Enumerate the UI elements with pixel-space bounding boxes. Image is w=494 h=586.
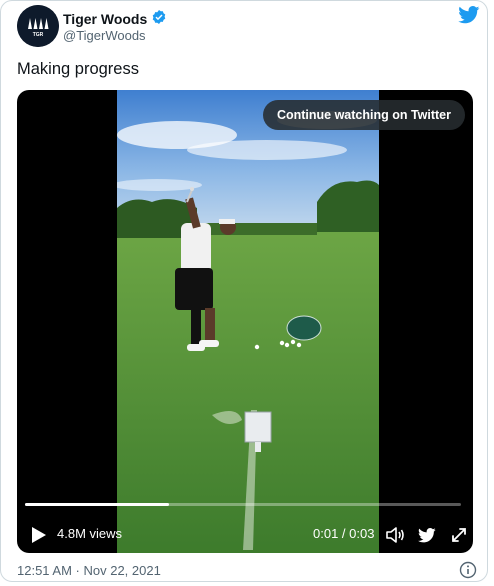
play-icon[interactable] (27, 523, 51, 547)
info-icon[interactable] (459, 561, 477, 584)
video-progress-fill (25, 503, 169, 506)
tweet-timestamp[interactable]: 12:51 AM · Nov 22, 2021 (17, 563, 161, 578)
twitter-bird-icon[interactable] (458, 6, 480, 29)
volume-icon[interactable] (383, 523, 407, 547)
video-player[interactable]: Continue watching on Twitter 4.8M views … (17, 90, 473, 553)
twitter-bird-icon[interactable] (415, 523, 439, 547)
tweet-card: TGR Tiger Woods @TigerWoods Making progr… (0, 0, 488, 582)
author-handle[interactable]: @TigerWoods (63, 28, 146, 43)
tgr-logo: TGR (17, 5, 59, 47)
video-progress-bar[interactable] (25, 503, 461, 506)
video-time: 0:01 / 0:03 (313, 526, 375, 541)
avatar[interactable]: TGR (17, 5, 59, 47)
tweet-text: Making progress (17, 60, 139, 78)
view-count: 4.8M views (57, 526, 123, 541)
continue-watching-button[interactable]: Continue watching on Twitter (262, 100, 465, 130)
video-controls: 4.8M views 0:01 / 0:03 (17, 520, 473, 550)
author-name-row[interactable]: Tiger Woods (63, 9, 167, 28)
video-frame (117, 90, 379, 553)
avatar-text: TGR (33, 32, 44, 38)
author-name[interactable]: Tiger Woods (63, 11, 147, 27)
expand-icon[interactable] (447, 523, 471, 547)
verified-badge-icon (151, 9, 167, 28)
